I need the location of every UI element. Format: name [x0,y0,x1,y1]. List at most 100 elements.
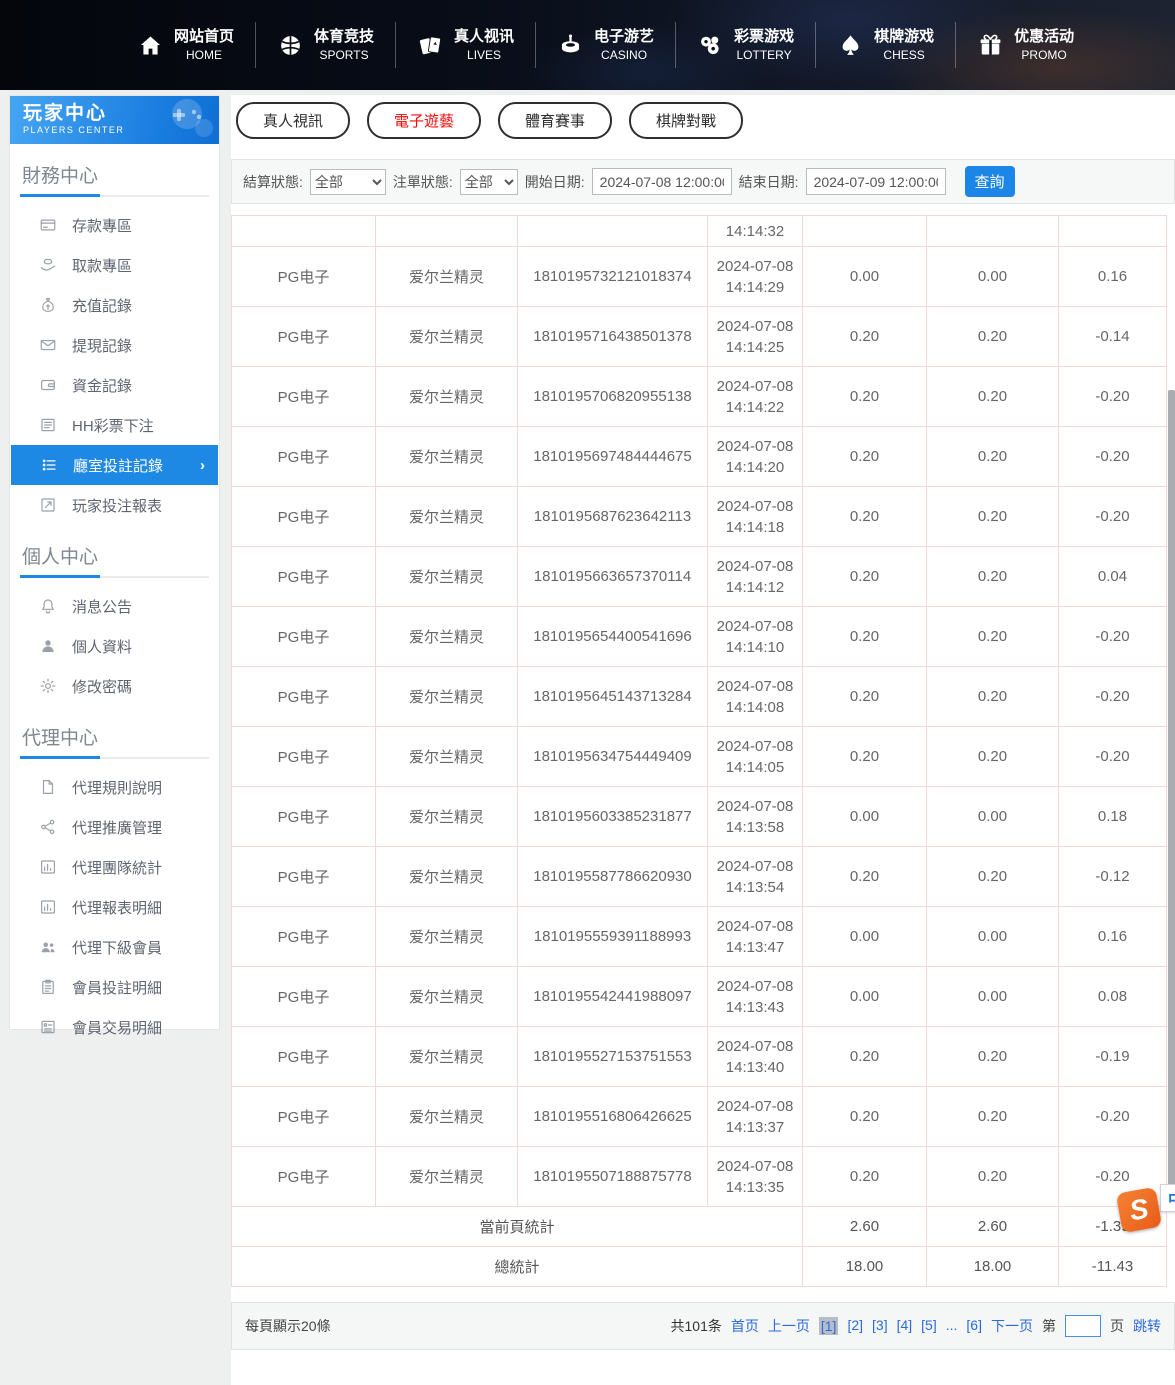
section-divider [20,576,209,578]
nav-item-lottery[interactable]: 彩票游戏LOTTERY [675,22,815,68]
cell-bet-time: 2024-07-0814:13:54 [708,847,803,907]
nav-item-lives[interactable]: 真人视讯LIVES [395,22,535,68]
summary-label: 當前頁統計 [232,1207,803,1247]
cell-win-loss: 0.16 [1059,247,1167,307]
page-link-current[interactable]: [1] [819,1317,839,1335]
start-date-input[interactable] [592,168,732,195]
vertical-scrollbar-thumb[interactable] [1168,390,1175,1205]
nav-item-text: 电子游艺CASINO [594,27,654,63]
sports-ball-icon [277,32,304,59]
page-link[interactable]: [6] [966,1317,982,1335]
cell-win-loss: -0.12 [1059,847,1167,907]
table-row: PG电子爱尔兰精灵18101956033852318772024-07-0814… [232,787,1167,847]
settle-status-select[interactable]: 全部 [310,169,386,195]
cell-bet-amount: 0.20 [803,547,927,607]
page-link[interactable]: [5] [921,1317,937,1335]
sidebar-item-agent-rules[interactable]: 代理規則說明 [10,767,219,807]
cell-win-loss: 0.16 [1059,907,1167,967]
tab-sports-match[interactable]: 體育賽事 [498,102,612,139]
sidebar-item-change-password[interactable]: 修改密碼 [10,666,219,706]
tab-chess-battle[interactable]: 棋牌對戰 [629,102,743,139]
jump-button[interactable]: 跳转 [1133,1316,1161,1336]
nav-item-promo[interactable]: 优惠活动PROMO [955,22,1095,68]
sidebar-item-hall-bet-record[interactable]: 廳室投註記錄› [11,445,218,485]
cell-platform: PG电子 [232,427,376,487]
nav-item-casino[interactable]: 电子游艺CASINO [535,22,675,68]
nav-item-home[interactable]: 网站首页HOME [116,22,255,68]
summary-bet-amount: 2.60 [803,1207,927,1247]
sidebar-item-hh-lottery-bet[interactable]: HH彩票下注 [10,405,219,445]
tab-live-video[interactable]: 真人視訊 [236,102,350,139]
ime-chinese-mode-icon[interactable]: 中 [1160,1184,1175,1212]
sidebar-item-withdraw-record[interactable]: 提現記錄 [10,325,219,365]
sidebar-section-heading: 個人中心 [22,542,219,569]
share-icon [39,818,57,836]
jump-page-input[interactable] [1065,1315,1101,1337]
nav-label-en: SPORTS [319,47,368,63]
page-link[interactable]: [4] [897,1317,913,1335]
cell-bet-id: 1810195706820955138 [518,367,708,427]
cell-platform: PG电子 [232,787,376,847]
sidebar-item-member-bet-detail[interactable]: 會員投註明細 [10,967,219,1007]
people-icon [39,938,57,956]
prev-page-link[interactable]: 上一页 [768,1316,810,1336]
cell-game: 爱尔兰精灵 [376,487,518,547]
cell-game: 爱尔兰精灵 [376,967,518,1027]
summary-win-loss: -11.43 [1059,1247,1167,1287]
sogou-ime-icon[interactable]: S [1116,1187,1162,1233]
sidebar-item-label: 代理下級會員 [72,937,162,958]
cell-bet-time: 2024-07-0814:13:47 [708,907,803,967]
nav-label-zh: 优惠活动 [1014,27,1074,47]
cell-bet-amount: 0.20 [803,307,927,367]
sidebar-item-label: 代理推廣管理 [72,817,162,838]
nav-label-zh: 真人视讯 [454,27,514,47]
cell-game: 爱尔兰精灵 [376,307,518,367]
sidebar-item-profile[interactable]: 個人資料 [10,626,219,666]
sidebar-item-deposit[interactable]: 存款專區 [10,205,219,245]
cell-win-loss: 0.04 [1059,547,1167,607]
cell-valid-amount: 0.20 [927,607,1059,667]
sidebar-item-label: 修改密碼 [72,676,132,697]
cell-valid-amount: 0.00 [927,787,1059,847]
tab-e-games[interactable]: 電子遊藝 [367,102,481,139]
sidebar-item-player-bet-report[interactable]: 玩家投注報表 [10,485,219,525]
sidebar-item-agent-report[interactable]: 代理報表明細 [10,887,219,927]
end-date-input[interactable] [806,168,946,195]
cell-bet-amount: 0.20 [803,1087,927,1147]
cell-game: 爱尔兰精灵 [376,907,518,967]
search-button[interactable]: 查詢 [965,166,1015,197]
sidebar-item-label: 充值記錄 [72,295,132,316]
sidebar-item-member-trans-detail[interactable]: 會員交易明細 [10,1007,219,1047]
table-row: PG电子爱尔兰精灵18101955877866209302024-07-0814… [232,847,1167,907]
sidebar-item-messages[interactable]: 消息公告 [10,586,219,626]
ime-widget[interactable]: S 中 [1119,1184,1175,1230]
first-page-link[interactable]: 首页 [731,1316,759,1336]
bar-chart-icon [39,858,57,876]
cell-bet-id: 1810195687623642113 [518,487,708,547]
sidebar-item-agent-sub-members[interactable]: 代理下級會員 [10,927,219,967]
page-link[interactable]: [2] [847,1317,863,1335]
sidebar-item-withdraw[interactable]: 取款專區 [10,245,219,285]
nav-item-sports[interactable]: 体育竞技SPORTS [255,22,395,68]
nav-item-chess[interactable]: 棋牌游戏CHESS [815,22,955,68]
sidebar-item-funds-record[interactable]: 資金記錄 [10,365,219,405]
cell-bet-id: 1810195516806426625 [518,1087,708,1147]
filter-bar: 結算狀態: 全部 注單狀態: 全部 開始日期: 結束日期: 查詢 [231,159,1175,204]
cell-game: 爱尔兰精灵 [376,847,518,907]
menu-dots-icon [40,456,58,474]
order-status-label: 注單狀態: [393,172,453,192]
sidebar-item-recharge-record[interactable]: 充值記錄 [10,285,219,325]
cell-bet-id: 1810195697484444675 [518,427,708,487]
sidebar-item-agent-team-stats[interactable]: 代理團隊統計 [10,847,219,887]
sidebar-item-agent-promotion[interactable]: 代理推廣管理 [10,807,219,847]
nav-item-text: 网站首页HOME [174,27,234,63]
nav-label-en: PROMO [1021,47,1066,63]
cell-game: 爱尔兰精灵 [376,247,518,307]
next-page-link[interactable]: 下一页 [991,1316,1033,1336]
cell-platform: PG电子 [232,907,376,967]
page-link[interactable]: [3] [872,1317,888,1335]
cell-win-loss: -0.20 [1059,727,1167,787]
cell-bet-id: 1810195587786620930 [518,847,708,907]
nav-label-zh: 彩票游戏 [734,27,794,47]
order-status-select[interactable]: 全部 [460,169,518,195]
